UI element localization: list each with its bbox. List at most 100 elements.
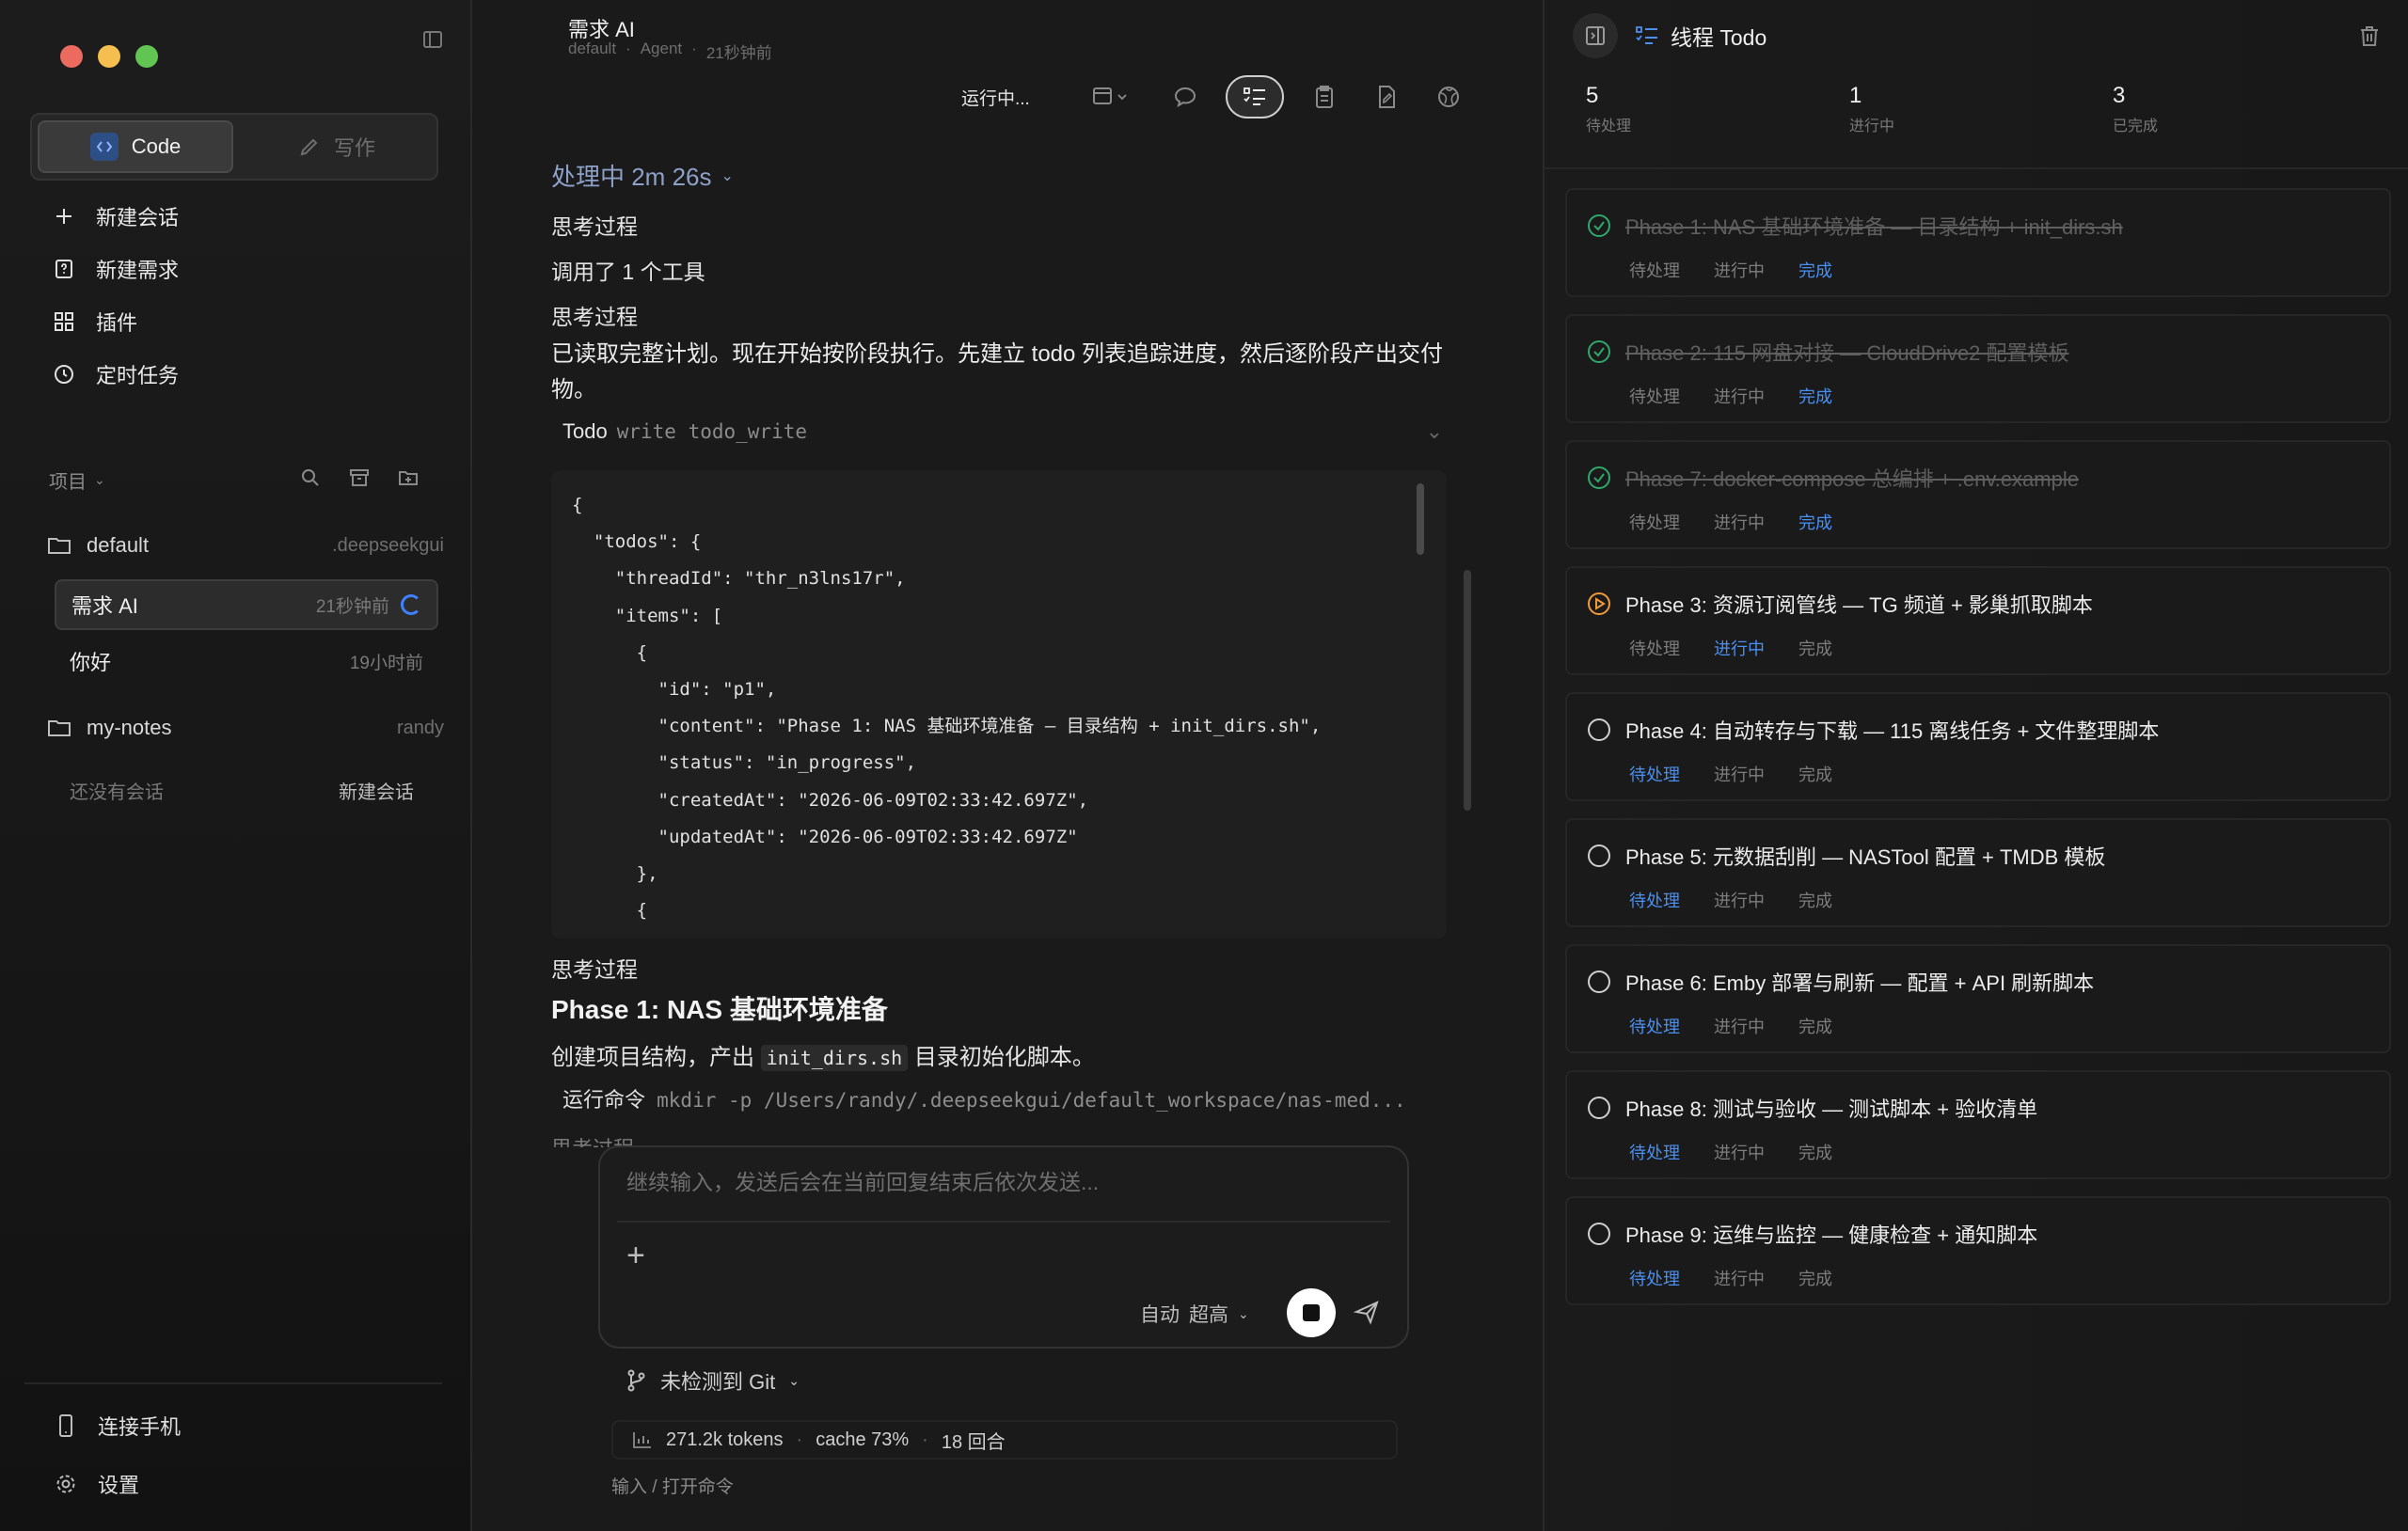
todo-state-done[interactable]: 完成 xyxy=(1798,762,1832,786)
todo-state-in_progress[interactable]: 进行中 xyxy=(1714,258,1765,282)
todo-state-pending[interactable]: 待处理 xyxy=(1629,1014,1680,1038)
todo-item[interactable]: Phase 9: 运维与监控 — 健康检查 + 通知脚本 待处理 进行中 完成 xyxy=(1565,1196,2391,1305)
trash-icon[interactable] xyxy=(2357,24,2382,48)
todo-state-done[interactable]: 完成 xyxy=(1798,888,1832,912)
stat-label: 进行中 xyxy=(1849,118,1895,134)
empty-circle-icon[interactable] xyxy=(1586,969,1612,995)
empty-circle-icon[interactable] xyxy=(1586,717,1612,743)
settings-button[interactable]: 设置 xyxy=(55,1469,139,1499)
mode-label: 自动 xyxy=(1140,1304,1180,1326)
todo-state-pending[interactable]: 待处理 xyxy=(1629,762,1680,786)
sidebar-item-plugins[interactable]: 插件 xyxy=(53,303,137,340)
todo-item[interactable]: Phase 6: Emby 部署与刷新 — 配置 + API 刷新脚本 待处理 进行… xyxy=(1565,944,2391,1053)
todo-state-pending[interactable]: 待处理 xyxy=(1629,636,1680,660)
message-input[interactable]: 继续输入，发送后会在当前回复结束后依次发送... xyxy=(626,1164,1099,1196)
todo-state-done[interactable]: 完成 xyxy=(1798,258,1832,282)
todo-state-pending[interactable]: 待处理 xyxy=(1629,888,1680,912)
todo-state-pending[interactable]: 待处理 xyxy=(1629,510,1680,534)
clipboard-icon xyxy=(1315,86,1333,108)
todo-state-pending[interactable]: 待处理 xyxy=(1629,384,1680,408)
todo-item[interactable]: Phase 1: NAS 基础环境准备 — 目录结构 + init_dirs.s… xyxy=(1565,188,2391,297)
todo-state-done[interactable]: 完成 xyxy=(1798,384,1832,408)
empty-circle-icon[interactable] xyxy=(1586,843,1612,869)
todo-item[interactable]: Phase 2: 115 网盘对接 — CloudDrive2 配置模板 待处理 进… xyxy=(1565,314,2391,423)
check-circle-icon[interactable] xyxy=(1586,339,1612,365)
mode-write-button[interactable]: 写作 xyxy=(239,120,435,173)
sidebar-item-new-requirement[interactable]: 新建需求 xyxy=(53,250,179,288)
todo-state-done[interactable]: 完成 xyxy=(1798,636,1832,660)
todo-item-states: 待处理 进行中 完成 xyxy=(1629,636,1832,660)
minimize-window-button[interactable] xyxy=(98,45,120,68)
new-folder-icon[interactable] xyxy=(397,466,420,489)
todo-item[interactable]: Phase 7: docker-compose 总编排 + .env.examp… xyxy=(1565,440,2391,549)
sidebar-item-label: 新建需求 xyxy=(96,259,180,282)
send-icon[interactable] xyxy=(1353,1298,1381,1326)
todo-item[interactable]: Phase 3: 资源订阅管线 — TG 频道 + 影巢抓取脚本 待处理 进行中 完成 xyxy=(1565,566,2391,675)
collapse-panel-button[interactable] xyxy=(1573,13,1618,58)
todo-state-in_progress[interactable]: 进行中 xyxy=(1714,510,1765,534)
search-icon[interactable] xyxy=(299,466,322,489)
todo-item[interactable]: Phase 5: 元数据刮削 — NASTool 配置 + TMDB 模板 待处理… xyxy=(1565,818,2391,927)
todo-state-done[interactable]: 完成 xyxy=(1798,1140,1832,1164)
todo-state-pending[interactable]: 待处理 xyxy=(1629,1140,1680,1164)
chat-bubble-button[interactable] xyxy=(1164,75,1207,118)
archive-icon[interactable] xyxy=(348,466,371,489)
todo-state-in_progress[interactable]: 进行中 xyxy=(1714,1266,1765,1290)
todo-state-done[interactable]: 完成 xyxy=(1798,1014,1832,1038)
grid-icon xyxy=(55,312,73,331)
main-scrollbar[interactable] xyxy=(1464,570,1471,811)
todo-state-in_progress[interactable]: 进行中 xyxy=(1714,636,1765,660)
tokens-count: 271.2k tokens xyxy=(666,1428,784,1450)
check-circle-icon[interactable] xyxy=(1586,465,1612,491)
todo-panel-button[interactable] xyxy=(1225,75,1284,118)
code-content: { "todos": { "threadId": "thr_n3lns17r",… xyxy=(572,495,1322,922)
layout-dropdown[interactable] xyxy=(1077,75,1145,118)
sidebar-item-new-session[interactable]: 新建会话 xyxy=(53,197,179,235)
mode-code-button[interactable]: Code xyxy=(38,120,233,173)
todo-item[interactable]: Phase 4: 自动转存与下载 — 115 离线任务 + 文件整理脚本 待处理 进… xyxy=(1565,692,2391,801)
new-session-link[interactable]: 新建会话 xyxy=(339,777,414,804)
todo-state-in_progress[interactable]: 进行中 xyxy=(1714,1140,1765,1164)
thinking-toggle[interactable]: 思考过程 xyxy=(551,299,638,331)
todo-state-in_progress[interactable]: 进行中 xyxy=(1714,384,1765,408)
check-circle-icon[interactable] xyxy=(1586,213,1612,239)
clipboard-button[interactable] xyxy=(1303,75,1346,118)
play-circle-icon[interactable] xyxy=(1586,591,1612,617)
close-window-button[interactable] xyxy=(60,45,83,68)
code-scrollbar[interactable] xyxy=(1417,483,1424,555)
model-selector[interactable]: 自动 超高 ⌄ xyxy=(1140,1300,1249,1328)
maximize-window-button[interactable] xyxy=(135,45,158,68)
sidebar-toggle-icon[interactable] xyxy=(421,28,444,51)
project-my-notes[interactable]: my-notes randy xyxy=(47,709,444,747)
git-status[interactable]: 未检测到 Git ⌄ xyxy=(625,1365,800,1396)
processing-toggle[interactable]: 处理中 2m 26s ⌄ xyxy=(551,158,734,193)
stop-button[interactable] xyxy=(1287,1288,1336,1337)
session-item[interactable]: 你好 19小时前 xyxy=(55,636,438,687)
projects-dropdown[interactable]: 项目 ⌄ xyxy=(49,466,105,494)
run-command-row[interactable]: 运行命令 mkdir -p /Users/randy/.deepseekgui/… xyxy=(562,1083,1437,1113)
project-default[interactable]: default .deepseekgui xyxy=(47,527,444,564)
session-item-active[interactable]: 需求 AI 21秒钟前 xyxy=(55,579,438,630)
todo-state-done[interactable]: 完成 xyxy=(1798,1266,1832,1290)
todo-state-done[interactable]: 完成 xyxy=(1798,510,1832,534)
attach-plus-icon[interactable]: + xyxy=(626,1238,645,1274)
file-edit-button[interactable] xyxy=(1365,75,1408,118)
todo-state-in_progress[interactable]: 进行中 xyxy=(1714,888,1765,912)
todo-state-in_progress[interactable]: 进行中 xyxy=(1714,1014,1765,1038)
phone-icon xyxy=(59,1414,72,1437)
todo-item[interactable]: Phase 8: 测试与验收 — 测试脚本 + 验收清单 待处理 进行中 完成 xyxy=(1565,1070,2391,1179)
globe-button[interactable] xyxy=(1427,75,1470,118)
tool-call-summary[interactable]: 调用了 1 个工具 xyxy=(551,254,705,286)
chevron-down-icon: ⌄ xyxy=(721,167,734,184)
thinking-toggle[interactable]: 思考过程 xyxy=(551,952,638,984)
empty-circle-icon[interactable] xyxy=(1586,1221,1612,1247)
sidebar-item-scheduled-tasks[interactable]: 定时任务 xyxy=(53,355,179,393)
connect-phone-button[interactable]: 连接手机 xyxy=(55,1411,181,1441)
empty-sessions: 还没有会话 新建会话 xyxy=(70,777,414,804)
thinking-toggle[interactable]: 思考过程 xyxy=(551,209,638,241)
empty-circle-icon[interactable] xyxy=(1586,1095,1612,1121)
todo-state-pending[interactable]: 待处理 xyxy=(1629,258,1680,282)
tool-call-header[interactable]: Todo write todo_write ⌄ xyxy=(562,419,1443,444)
todo-state-in_progress[interactable]: 进行中 xyxy=(1714,762,1765,786)
todo-state-pending[interactable]: 待处理 xyxy=(1629,1266,1680,1290)
